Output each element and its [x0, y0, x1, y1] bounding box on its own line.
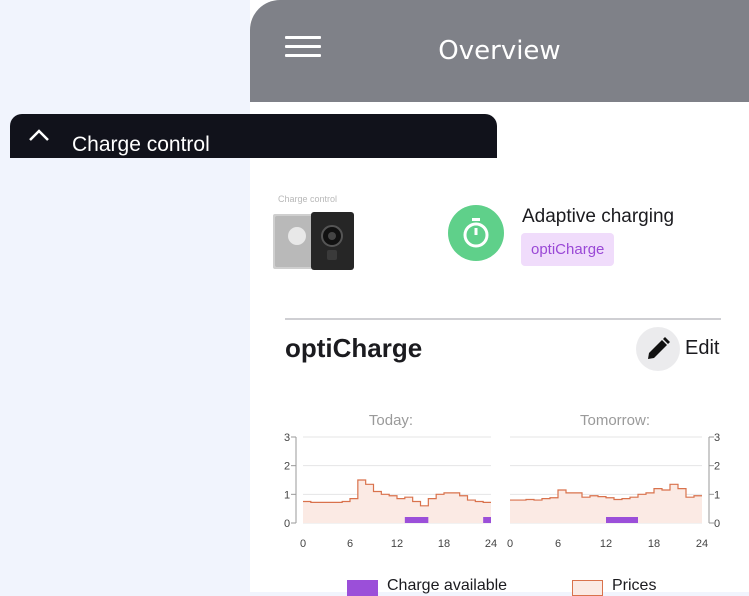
legend-prices-label: Prices	[612, 577, 657, 594]
chart-title: Tomorrow:	[580, 412, 650, 429]
y-tick-label: 3	[714, 432, 720, 444]
price-area	[303, 480, 491, 523]
legend-swatch-charge	[347, 580, 378, 596]
x-tick-label: 6	[347, 538, 353, 550]
x-tick-label: 18	[438, 538, 450, 550]
y-tick-label: 2	[284, 461, 290, 473]
x-tick-label: 24	[485, 538, 497, 550]
y-tick-label: 1	[714, 489, 720, 501]
legend-swatch-prices	[572, 580, 603, 596]
charge-available-bar	[606, 517, 638, 523]
price-charts: Today:01230 6 12 18 24Tomorrow:01230 6 12 18 24	[284, 412, 720, 550]
chart-title: Today:	[369, 412, 413, 429]
legend-charge-label: Charge available	[387, 577, 508, 594]
x-tick-label: 18	[648, 538, 660, 550]
charge-available-bar	[483, 517, 491, 523]
y-tick-label: 2	[714, 461, 720, 473]
x-tick-label: 0	[300, 538, 306, 550]
y-tick-label: 0	[284, 518, 290, 530]
x-tick-label: 6	[555, 538, 561, 550]
y-tick-label: 0	[714, 518, 720, 530]
x-tick-label: 24	[696, 538, 708, 550]
charge-available-bar	[404, 517, 429, 523]
y-tick-label: 1	[284, 489, 290, 501]
y-tick-label: 3	[284, 432, 290, 444]
x-tick-label: 12	[391, 538, 403, 550]
x-tick-label: 12	[600, 538, 612, 550]
x-tick-label: 0	[507, 538, 513, 550]
